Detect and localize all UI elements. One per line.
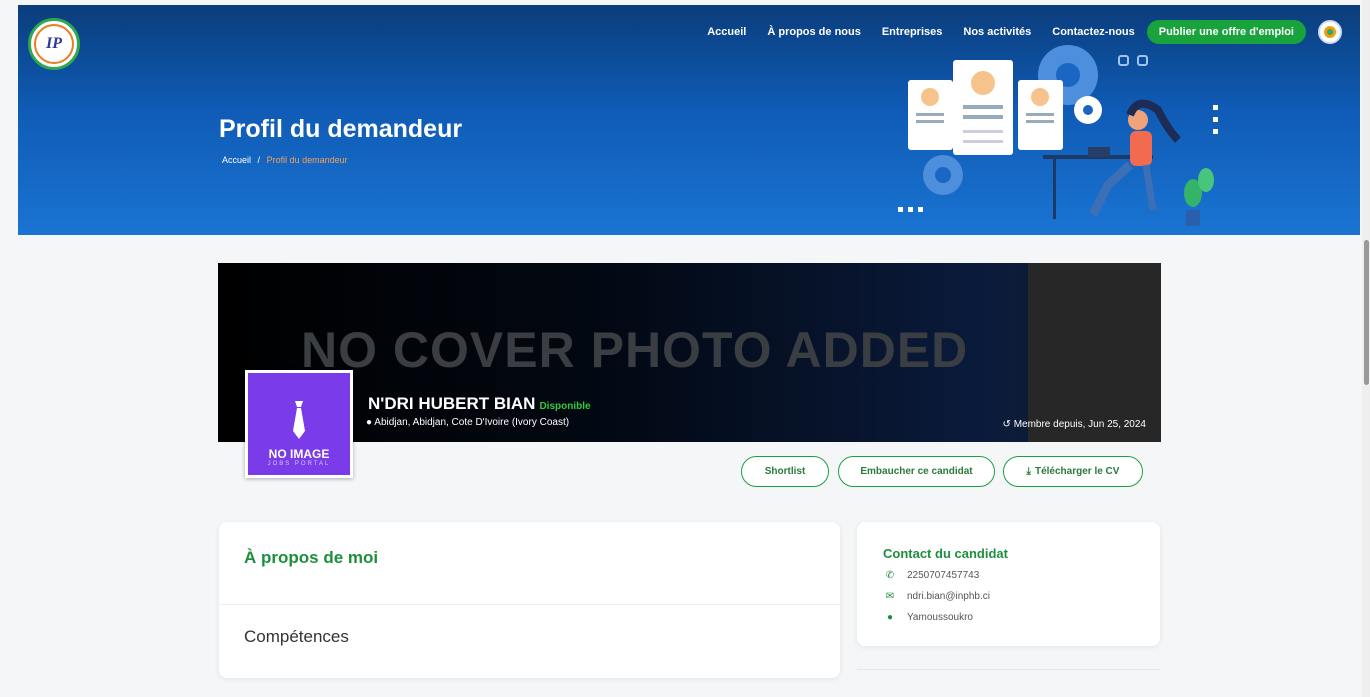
breadcrumb-home[interactable]: Accueil [222, 155, 251, 165]
breadcrumb-sep: / [257, 155, 261, 165]
candidate-name-line: N'DRI HUBERT BIAN Disponible [368, 394, 591, 414]
nav-item-a-propos[interactable]: À propos de nous [767, 26, 861, 38]
cover-right-panel [1028, 263, 1161, 442]
page-title: Profil du demandeur [219, 115, 463, 143]
candidate-name: N'DRI HUBERT BIAN [368, 394, 536, 413]
download-cv-button[interactable]: ⤓ Télécharger le CV [1003, 456, 1143, 487]
page-header-banner: IP Accueil À propos de nous Entreprises … [18, 5, 1360, 235]
phone-icon: ✆ [885, 570, 895, 581]
map-marker-icon: ● [886, 612, 894, 623]
envelope-icon: ✉ [885, 591, 895, 602]
shortlist-button[interactable]: Shortlist [741, 456, 829, 487]
about-divider [219, 604, 840, 605]
contact-email[interactable]: ndri.bian@inphb.ci [907, 591, 990, 602]
history-icon: ↺ [1002, 419, 1011, 430]
download-icon: ⤓ [1026, 466, 1031, 477]
breadcrumb-current: Profil du demandeur [266, 155, 348, 165]
breadcrumb: Accueil / Profil du demandeur [222, 155, 348, 165]
about-card: À propos de moi Compétences [219, 522, 840, 678]
location-text: Abidjan, Abidjan, Cote D'Ivoire (Ivory C… [374, 417, 570, 428]
avatar-title: NO IMAGE [268, 447, 330, 461]
hiring-illustration-icon [898, 45, 1218, 226]
contact-city: Yamoussoukro [907, 612, 973, 623]
contact-divider [857, 669, 1160, 670]
site-logo[interactable]: IP [28, 18, 80, 70]
scrollbar-thumb[interactable] [1364, 240, 1369, 385]
contact-email-row: ✉ ndri.bian@inphb.ci [883, 591, 990, 602]
member-since: ↺ Membre depuis, Jun 25, 2024 [1003, 419, 1146, 430]
member-since-text: Membre depuis, Jun 25, 2024 [1013, 419, 1146, 430]
download-cv-label: Télécharger le CV [1034, 466, 1120, 477]
contact-phone[interactable]: 2250707457743 [907, 570, 979, 581]
language-flag-icon[interactable] [1318, 20, 1342, 44]
skills-title: Compétences [244, 627, 349, 646]
hire-candidate-button[interactable]: Embaucher ce candidat [838, 456, 995, 487]
contact-city-row: ● Yamoussoukro [883, 612, 973, 623]
contact-phone-row: ✆ 2250707457743 [883, 570, 980, 581]
nav-item-accueil[interactable]: Accueil [707, 26, 746, 38]
about-title: À propos de moi [244, 548, 379, 567]
candidate-location: ● Abidjan, Abidjan, Cote D'Ivoire (Ivory… [366, 417, 569, 428]
map-marker-icon: ● [366, 417, 373, 428]
avatar-subtitle: JOBS PORTAL [267, 461, 331, 467]
tie-icon [293, 401, 305, 439]
logo-text: IP [34, 24, 74, 64]
availability-badge: Disponible [539, 401, 591, 412]
candidate-avatar: NO IMAGE JOBS PORTAL [245, 370, 353, 478]
contact-card: Contact du candidat ✆ 2250707457743 ✉ nd… [857, 522, 1160, 646]
contact-title: Contact du candidat [883, 546, 1008, 561]
cover-photo: NO COVER PHOTO ADDED N'DRI HUBERT BIAN Di… [218, 263, 1161, 442]
cover-placeholder-text: NO COVER PHOTO ADDED [301, 322, 969, 378]
